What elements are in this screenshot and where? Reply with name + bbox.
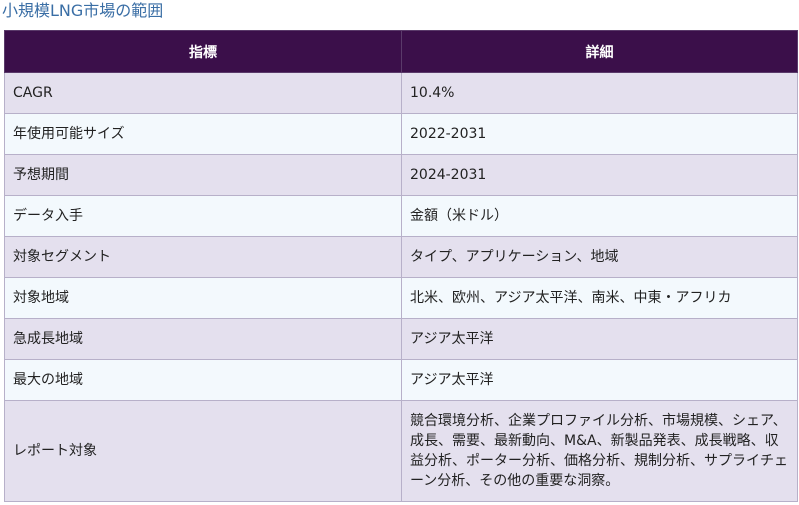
- table-row: 対象セグメント タイプ、アプリケーション、地域: [4, 236, 798, 278]
- header-detail: 詳細: [401, 30, 798, 73]
- metric-cell: 対象セグメント: [4, 236, 402, 278]
- table-row: 年使用可能サイズ 2022-2031: [4, 113, 798, 155]
- table-row: レポート対象 競合環境分析、企業プロファイル分析、市場規模、シェア、成長、需要、…: [4, 400, 798, 502]
- metric-cell: レポート対象: [4, 400, 402, 502]
- detail-cell: 競合環境分析、企業プロファイル分析、市場規模、シェア、成長、需要、最新動向、M&…: [401, 400, 798, 502]
- metric-cell: 急成長地域: [4, 318, 402, 360]
- metric-cell: 対象地域: [4, 277, 402, 319]
- table-row: 予想期間 2024-2031: [4, 154, 798, 196]
- table-row: 急成長地域 アジア太平洋: [4, 318, 798, 360]
- detail-cell: 2024-2031: [401, 154, 798, 196]
- detail-cell: 2022-2031: [401, 113, 798, 155]
- metric-cell: 予想期間: [4, 154, 402, 196]
- metric-cell: CAGR: [4, 72, 402, 114]
- table-row: CAGR 10.4%: [4, 72, 798, 114]
- metric-cell: データ入手: [4, 195, 402, 237]
- detail-cell: タイプ、アプリケーション、地域: [401, 236, 798, 278]
- table-row: データ入手 金額（米ドル）: [4, 195, 798, 237]
- market-scope-table: 指標 詳細 CAGR 10.4% 年使用可能サイズ 2022-2031 予想期間…: [4, 30, 798, 502]
- table-header-row: 指標 詳細: [4, 30, 798, 73]
- page-title: 小規模LNG市場の範囲: [2, 1, 164, 20]
- detail-cell: アジア太平洋: [401, 359, 798, 401]
- detail-cell: 金額（米ドル）: [401, 195, 798, 237]
- detail-cell: アジア太平洋: [401, 318, 798, 360]
- metric-cell: 年使用可能サイズ: [4, 113, 402, 155]
- table-row: 最大の地域 アジア太平洋: [4, 359, 798, 401]
- metric-cell: 最大の地域: [4, 359, 402, 401]
- detail-cell: 10.4%: [401, 72, 798, 114]
- detail-cell: 北米、欧州、アジア太平洋、南米、中東・アフリカ: [401, 277, 798, 319]
- table-row: 対象地域 北米、欧州、アジア太平洋、南米、中東・アフリカ: [4, 277, 798, 319]
- header-metric: 指標: [4, 30, 402, 73]
